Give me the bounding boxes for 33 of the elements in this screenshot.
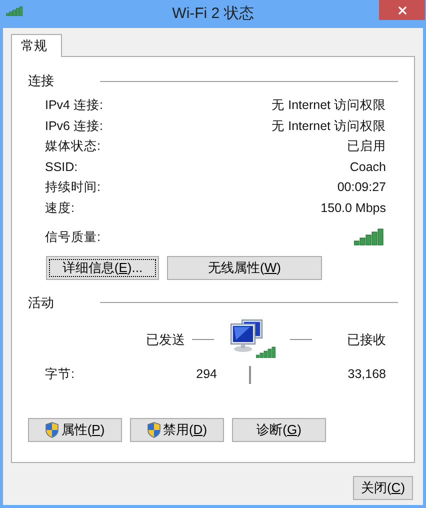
dialog-button[interactable]: 无线属性(W) (167, 256, 322, 280)
section-heading: 活动 (28, 294, 55, 312)
field-value: 已启用 (347, 138, 386, 156)
field-label: IPv4 连接: (45, 96, 103, 114)
section-heading: 连接 (28, 72, 55, 90)
dialog-button[interactable]: 诊断(G) (232, 418, 326, 442)
field-value: Coach (350, 158, 386, 176)
field-value: 无 Internet 访问权限 (272, 96, 386, 114)
field-label: IPv6 连接: (45, 118, 103, 135)
dialog-button[interactable]: 属性(P) (28, 418, 122, 442)
field-label: 信号质量: (45, 228, 100, 246)
network-computers-icon (228, 318, 264, 353)
dialog-button[interactable]: 详细信息(E)... (46, 256, 159, 280)
signal-bars-icon (6, 4, 23, 16)
field-label: 速度: (45, 200, 74, 217)
sent-label: 已发送 (146, 330, 185, 349)
tab[interactable]: 常规 (11, 34, 62, 57)
field-value: 150.0 Mbps (320, 200, 386, 217)
close-icon[interactable] (379, 0, 425, 20)
field-value: 无 Internet 访问权限 (272, 118, 386, 135)
shield-icon (45, 422, 60, 438)
bytes-received: 33,168 (348, 366, 386, 384)
field-value: 00:09:27 (337, 179, 386, 196)
field-label: 媒体状态: (45, 138, 100, 156)
dialog-button[interactable]: 禁用(D) (130, 418, 224, 442)
dialog-button[interactable]: 关闭(C) (353, 476, 413, 500)
field-label: 持续时间: (45, 179, 100, 196)
shield-icon (146, 422, 161, 438)
received-label: 已接收 (347, 330, 386, 349)
field-label: SSID: (45, 158, 78, 176)
bytes-label: 字节: (45, 366, 76, 384)
bytes-sent: 294 (195, 366, 217, 384)
window-title: Wi-Fi 2 状态 (171, 4, 255, 24)
